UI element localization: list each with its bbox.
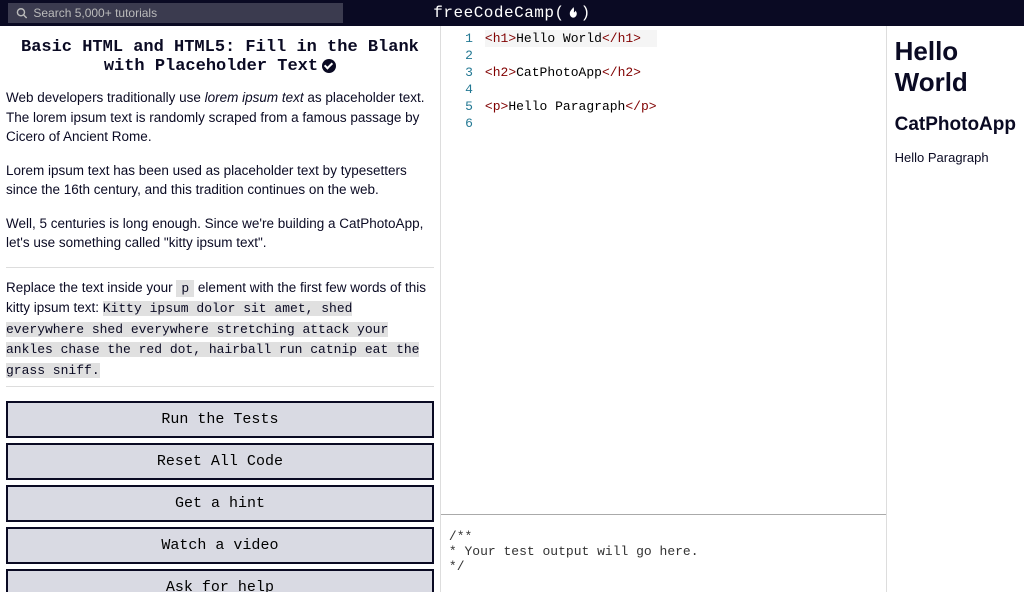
fire-icon bbox=[567, 6, 581, 20]
watch-video-button[interactable]: Watch a video bbox=[6, 527, 434, 564]
search-wrap[interactable] bbox=[8, 3, 343, 23]
code-line[interactable] bbox=[485, 81, 657, 98]
run-tests-button[interactable]: Run the Tests bbox=[6, 401, 434, 438]
code-line[interactable]: <p>Hello Paragraph</p> bbox=[485, 98, 657, 115]
get-hint-button[interactable]: Get a hint bbox=[6, 485, 434, 522]
line-gutter: 1 2 3 4 5 6 bbox=[441, 26, 485, 514]
divider bbox=[6, 386, 434, 387]
brand-logo[interactable]: freeCodeCamp() bbox=[433, 4, 590, 22]
instructions-panel: Basic HTML and HTML5: Fill in the Blank … bbox=[0, 26, 441, 592]
reset-code-button[interactable]: Reset All Code bbox=[6, 443, 434, 480]
ask-help-button[interactable]: Ask for help bbox=[6, 569, 434, 592]
output-pane: /** * Your test output will go here. */ bbox=[441, 514, 886, 592]
search-input[interactable] bbox=[33, 6, 335, 20]
instructions: Replace the text inside your p element w… bbox=[6, 278, 434, 381]
description-p1: Web developers traditionally use lorem i… bbox=[6, 88, 434, 147]
editor-panel: 1 2 3 4 5 6 <h1>Hello World</h1> <h2>Cat… bbox=[441, 26, 887, 592]
challenge-title: Basic HTML and HTML5: Fill in the Blank … bbox=[10, 38, 430, 76]
code-editor[interactable]: 1 2 3 4 5 6 <h1>Hello World</h1> <h2>Cat… bbox=[441, 26, 886, 514]
code-line[interactable] bbox=[485, 115, 657, 132]
code-area[interactable]: <h1>Hello World</h1> <h2>CatPhotoApp</h2… bbox=[485, 26, 657, 514]
preview-panel: Hello World CatPhotoApp Hello Paragraph bbox=[887, 26, 1024, 592]
search-icon bbox=[16, 7, 27, 19]
code-line[interactable]: <h2>CatPhotoApp</h2> bbox=[485, 64, 657, 81]
brand-text: freeCodeCamp bbox=[433, 4, 554, 22]
code-line[interactable] bbox=[485, 47, 657, 64]
check-icon bbox=[322, 59, 336, 73]
preview-h2: CatPhotoApp bbox=[895, 114, 1016, 136]
code-p: p bbox=[176, 280, 194, 297]
preview-h1: Hello World bbox=[895, 36, 1016, 98]
divider bbox=[6, 267, 434, 268]
description-p3: Well, 5 centuries is long enough. Since … bbox=[6, 214, 434, 253]
top-nav: freeCodeCamp() bbox=[0, 0, 1024, 26]
description-p2: Lorem ipsum text has been used as placeh… bbox=[6, 161, 434, 200]
code-line[interactable]: <h1>Hello World</h1> bbox=[485, 30, 657, 47]
preview-p: Hello Paragraph bbox=[895, 150, 1016, 165]
